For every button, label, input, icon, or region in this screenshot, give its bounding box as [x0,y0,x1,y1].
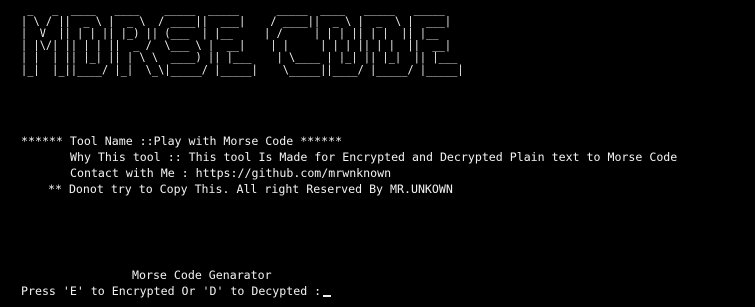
tool-name-line: ****** Tool Name ::Play with Morse Code … [21,134,343,148]
generator-title: Morse Code Genarator [132,268,272,282]
command-prompt-line[interactable]: Press 'E' to Encrypted Or 'D' to Decypte… [21,283,332,299]
copyright-notice-line: ** Donot try to Copy This. All right Res… [48,182,453,196]
contact-line: Contact with Me : https://github.com/mrw… [70,166,392,180]
tool-description-line: Why This tool :: This tool Is Made for E… [70,150,678,164]
text-cursor [323,295,332,297]
console-window: _ _ ____ ____ _____ _____ _____ ____ ___… [0,0,755,307]
ascii-art-banner: _ _ ____ ____ _____ _____ _____ ____ ___… [21,4,464,77]
command-prompt-text: Press 'E' to Encrypted Or 'D' to Decypte… [21,284,322,298]
